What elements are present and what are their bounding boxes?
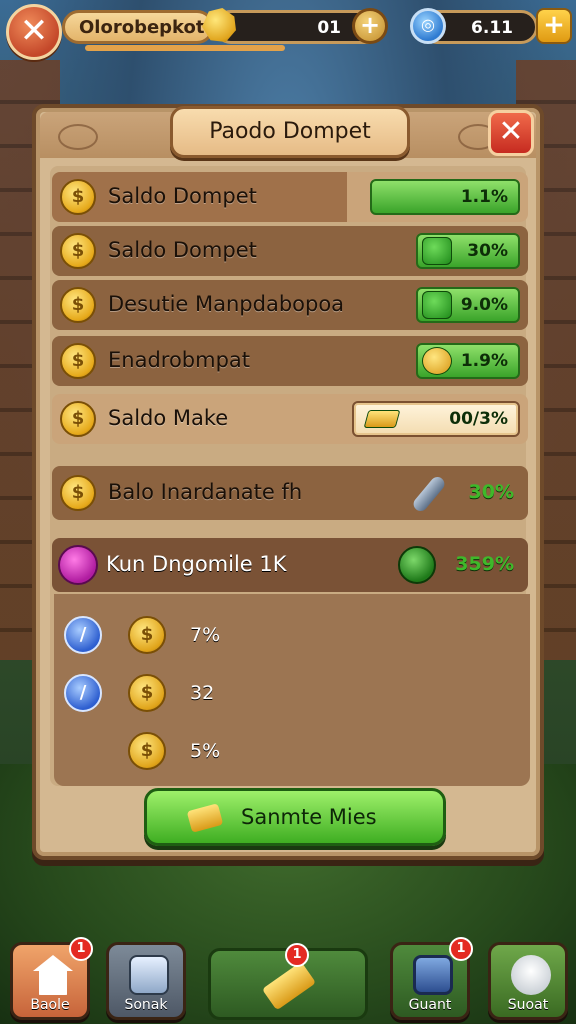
row-value: 30% bbox=[467, 241, 508, 261]
player-name: Olorobepkot bbox=[79, 17, 205, 38]
xp-bar bbox=[85, 45, 285, 51]
cash-icon bbox=[422, 291, 452, 319]
cash-icon bbox=[422, 237, 452, 265]
row-value: 359% bbox=[455, 553, 514, 575]
row-value-badge: 1.1% bbox=[370, 179, 520, 215]
list-item[interactable]: / $ 7% bbox=[64, 612, 364, 658]
house-icon bbox=[33, 955, 73, 995]
list-item[interactable]: Kun Dngomile 1K 359% bbox=[52, 538, 528, 592]
purple-orb-icon bbox=[58, 545, 98, 585]
nav-label: Suoat bbox=[507, 997, 549, 1013]
blue-token-icon: / bbox=[64, 674, 102, 712]
panel-close-button[interactable]: ✕ bbox=[488, 110, 534, 156]
list-item[interactable]: $ Saldo Make 00/3% bbox=[52, 394, 528, 444]
hud-close-button[interactable]: ✕ bbox=[6, 4, 62, 60]
row-value-badge: 00/3% bbox=[352, 401, 520, 437]
reward-list: / $ 7% / $ 32 $ 5% bbox=[54, 594, 530, 786]
row-value: 1.9% bbox=[460, 351, 508, 371]
coin-icon: $ bbox=[60, 287, 96, 323]
cube-icon bbox=[129, 955, 169, 995]
nav-center-button[interactable]: 1 bbox=[208, 943, 368, 1020]
list-item[interactable]: $ Desutie Manpdabopoa 9.0% bbox=[52, 280, 528, 330]
nav-baole-button[interactable]: 1 Baole bbox=[10, 937, 93, 1020]
safe-icon bbox=[413, 955, 453, 995]
list-item[interactable]: $ Enadrobmpat 1.9% bbox=[52, 336, 528, 386]
reward-value: 32 bbox=[190, 682, 215, 704]
list-item[interactable]: $ Saldo Dompet 30% bbox=[52, 226, 528, 276]
notification-badge: 1 bbox=[285, 943, 309, 967]
list-item[interactable]: / $ 32 bbox=[64, 670, 364, 716]
row-value: 30% bbox=[468, 481, 514, 503]
coin-icon: $ bbox=[128, 674, 166, 712]
gold-coin-icon bbox=[422, 347, 452, 375]
row-label: Saldo Dompet bbox=[108, 238, 257, 262]
green-gem-icon bbox=[398, 546, 436, 584]
nav-suoat-button[interactable]: Suoat bbox=[488, 942, 568, 1020]
row-value: 00/3% bbox=[449, 409, 508, 429]
ornament-left-icon bbox=[58, 124, 98, 150]
confirm-button[interactable]: Sanmte Mies bbox=[144, 788, 446, 846]
top-hud: ✕ Olorobepkot 01 + 6.11 ◎ + bbox=[0, 0, 576, 62]
row-value: 9.0% bbox=[460, 295, 508, 315]
settings-icon bbox=[511, 955, 551, 995]
row-label: Saldo Dompet bbox=[108, 184, 257, 208]
gold-bar-icon bbox=[261, 961, 317, 1011]
blue-token-glyph: / bbox=[79, 682, 87, 703]
reward-value: 5% bbox=[190, 740, 221, 762]
pin-icon bbox=[410, 474, 448, 514]
coin-icon: $ bbox=[60, 179, 96, 215]
reward-value: 7% bbox=[190, 624, 221, 646]
coin-icon: $ bbox=[128, 616, 166, 654]
nav-sonak-button[interactable]: Sonak bbox=[106, 942, 186, 1020]
coin-icon: $ bbox=[60, 233, 96, 269]
row-value: 1.1% bbox=[460, 187, 508, 207]
coin-icon: $ bbox=[60, 343, 96, 379]
nav-label: Baole bbox=[30, 997, 70, 1013]
notification-badge: 1 bbox=[69, 937, 93, 961]
gold-bar-icon bbox=[363, 410, 401, 428]
nav-label: Guant bbox=[408, 997, 452, 1013]
add-gem-button[interactable]: + bbox=[536, 8, 572, 44]
confirm-button-label: Sanmte Mies bbox=[241, 805, 377, 829]
gem-icon: ◎ bbox=[410, 8, 446, 44]
list-item[interactable]: $ Saldo Dompet 1.1% bbox=[52, 172, 528, 222]
row-value-badge: 30% bbox=[416, 233, 520, 269]
gold-value: 01 bbox=[317, 18, 341, 38]
row-label: Saldo Make bbox=[108, 406, 229, 430]
gem-value: 6.11 bbox=[471, 18, 513, 38]
coin-icon: $ bbox=[128, 732, 166, 770]
list-item[interactable]: $ 5% bbox=[64, 728, 364, 774]
panel-title: Paodo Dompet bbox=[170, 106, 410, 158]
blue-token-icon: / bbox=[64, 616, 102, 654]
row-label: Kun Dngomile 1K bbox=[106, 552, 287, 576]
list-item[interactable]: $ Balo Inardanate fh 30% bbox=[52, 466, 528, 520]
nav-guant-button[interactable]: 1 Guant bbox=[390, 937, 473, 1020]
coin-icon: $ bbox=[60, 401, 96, 437]
add-gold-button[interactable]: + bbox=[352, 8, 388, 44]
row-label: Enadrobmpat bbox=[108, 348, 251, 372]
wallet-panel: Paodo Dompet ✕ $ Saldo Dompet 1.1% $ Sal… bbox=[32, 104, 544, 860]
row-label: Desutie Manpdabopoa bbox=[108, 292, 345, 316]
notification-badge: 1 bbox=[449, 937, 473, 961]
nav-label: Sonak bbox=[124, 997, 168, 1013]
ticket-icon bbox=[186, 803, 224, 833]
blue-token-glyph: / bbox=[79, 624, 87, 645]
row-value-badge: 9.0% bbox=[416, 287, 520, 323]
row-value-badge: 1.9% bbox=[416, 343, 520, 379]
coin-icon: $ bbox=[60, 475, 96, 511]
row-label: Balo Inardanate fh bbox=[108, 480, 303, 504]
player-name-plate: Olorobepkot bbox=[62, 10, 285, 51]
